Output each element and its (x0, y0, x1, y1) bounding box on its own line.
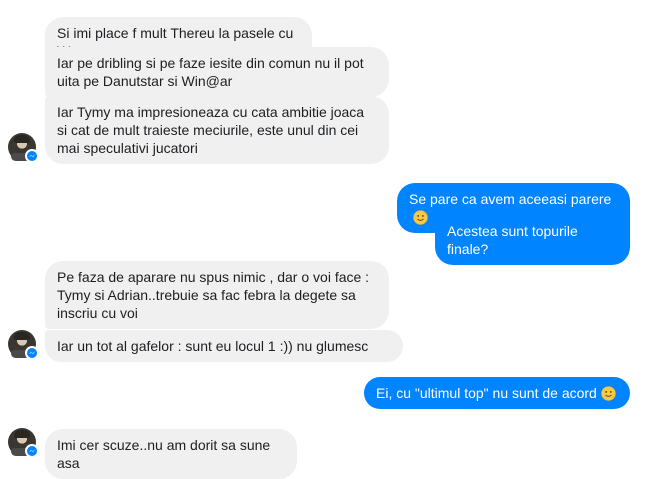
slightly-smiling-face-icon (601, 386, 616, 401)
contact-avatar[interactable] (8, 330, 39, 360)
incoming-message[interactable]: Pe faza de aparare nu spus nimic , dar o… (45, 261, 389, 329)
message-text: Acestea sunt topurile finale? (447, 223, 578, 257)
message-text: Pe faza de aparare nu spus nimic , dar o… (57, 269, 370, 321)
message-text: Iar un tot al gafelor : sunt eu locul 1 … (57, 338, 369, 354)
message-text: Iar Tymy ma impresioneaza cu cata ambiti… (57, 104, 365, 156)
incoming-message[interactable]: Imi cer scuze..nu am dorit sa sune asa (45, 429, 297, 479)
contact-avatar[interactable] (8, 428, 39, 458)
messenger-badge-icon (25, 149, 39, 163)
incoming-message[interactable]: Iar Tymy ma impresioneaza cu cata ambiti… (45, 96, 389, 164)
message-text: Se pare ca avem aceeasi parere (409, 191, 612, 207)
incoming-message[interactable]: Iar un tot al gafelor : sunt eu locul 1 … (45, 330, 403, 362)
contact-avatar[interactable] (8, 133, 39, 163)
outgoing-message[interactable]: Ei, cu "ultimul top" nu sunt de acord (364, 377, 630, 409)
message-text: Iar pe dribling si pe faze iesite din co… (57, 55, 364, 89)
outgoing-message[interactable]: Acestea sunt topurile finale? (435, 215, 630, 265)
message-text: Ei, cu "ultimul top" nu sunt de acord (376, 385, 597, 401)
messenger-badge-icon (25, 346, 39, 360)
slightly-smiling-face-icon (413, 210, 428, 225)
message-text: Imi cer scuze..nu am dorit sa sune asa (57, 437, 271, 471)
incoming-message[interactable]: Iar pe dribling si pe faze iesite din co… (45, 47, 389, 97)
